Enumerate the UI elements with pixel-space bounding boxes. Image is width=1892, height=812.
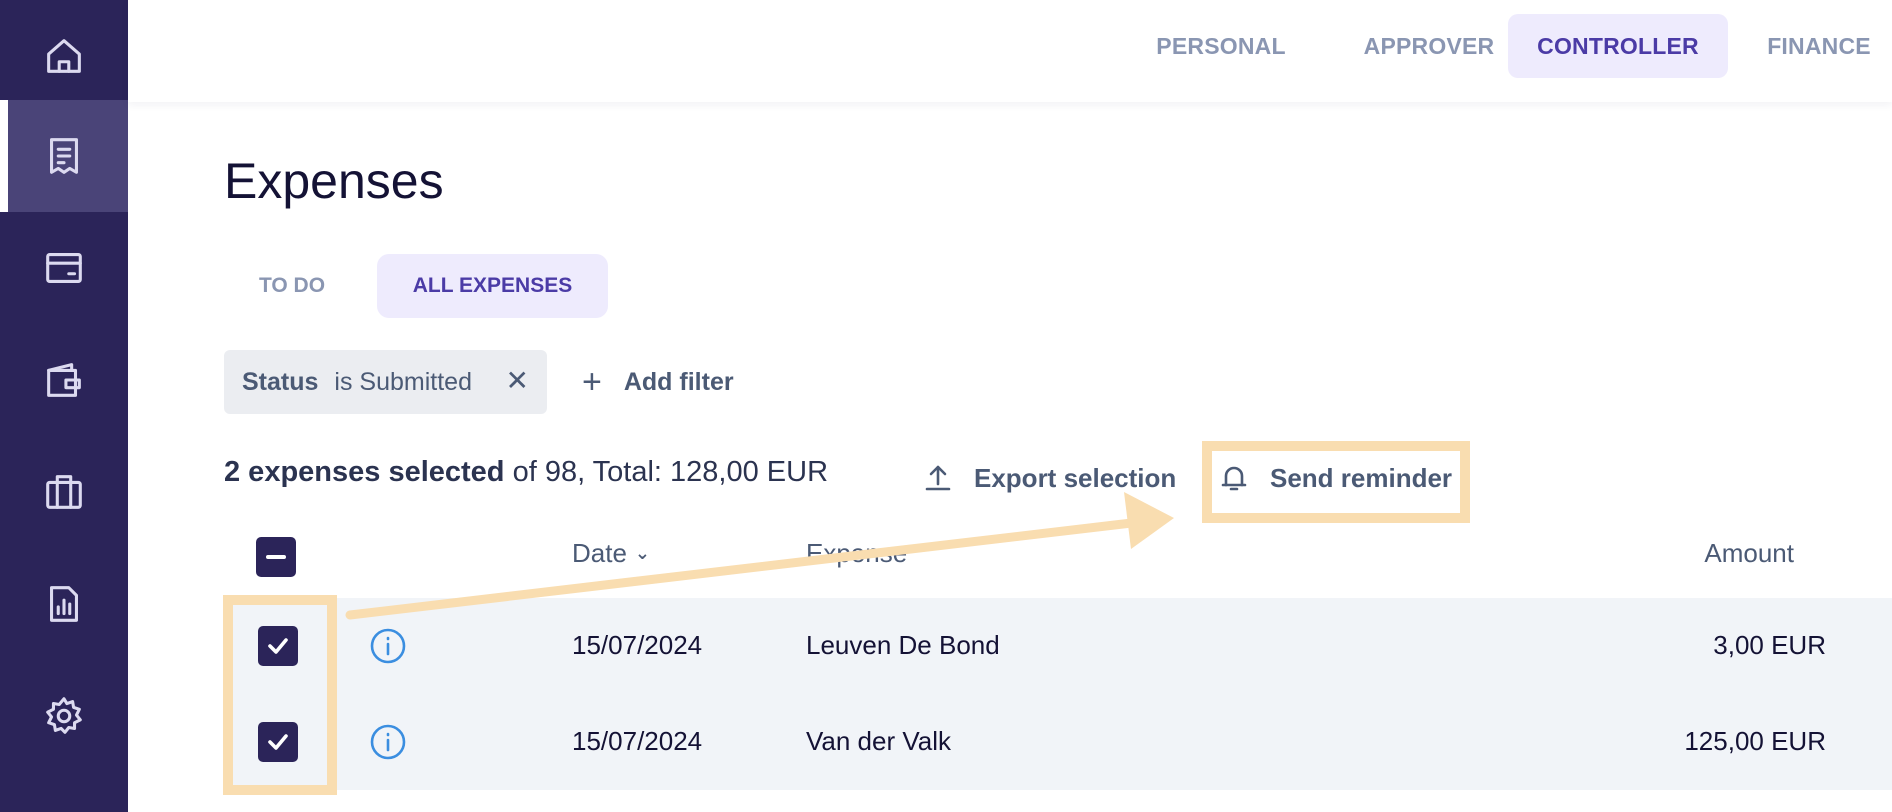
sidebar-item-cards[interactable] [0,212,128,324]
select-all-checkbox[interactable] [256,537,296,577]
add-filter-button[interactable]: + Add filter [582,360,734,404]
row-amount: 3,00 EUR [1713,630,1826,660]
row-date: 15/07/2024 [572,726,703,756]
top-bar: PERSONAL APPROVER CONTROLLER FINANCE [128,0,1892,102]
row-amount: 125,00 EUR [1684,726,1826,756]
table-row[interactable]: 15/07/2024 Leuven De Bond 3,00 EUR [224,598,1892,694]
tab-all-expenses[interactable]: ALL EXPENSES [377,254,608,318]
selection-count: 2 expenses selected [224,456,505,488]
send-reminder-highlight-box [1202,441,1470,523]
tab-to-do[interactable]: TO DO [224,254,360,318]
column-header-amount[interactable]: Amount [1704,538,1794,569]
upload-icon [925,465,951,491]
column-date-label: Date [572,538,627,568]
column-header-expense[interactable]: Expense [806,538,907,569]
export-selection-label: Export selection [974,462,1177,493]
table-row[interactable]: 15/07/2024 Van der Valk 125,00 EUR [224,694,1892,790]
receipt-icon [50,138,78,174]
info-icon[interactable] [369,627,407,665]
row-expense: Leuven De Bond [806,630,1000,660]
sidebar-item-home[interactable] [0,0,128,112]
sidebar-item-wallet[interactable] [0,324,128,436]
selection-total: of 98, Total: 128,00 EUR [504,456,829,488]
close-icon[interactable]: ✕ [506,364,529,397]
tab-personal[interactable]: PERSONAL [1116,14,1326,78]
tab-finance[interactable]: FINANCE [1746,14,1892,78]
wallet-icon [47,363,81,397]
chevron-down-icon: ⌄ [634,543,651,563]
sidebar [0,0,128,812]
card-icon [46,253,82,283]
plus-icon: + [582,363,602,401]
filter-chip-status[interactable]: Status is Submitted ✕ [224,350,547,414]
column-header-date[interactable]: Date ⌄ [572,538,650,569]
add-filter-label: Add filter [623,367,734,396]
tab-approver[interactable]: APPROVER [1324,14,1534,78]
filter-condition: is Submitted [334,367,472,396]
row-date: 15/07/2024 [572,630,703,660]
filter-field: Status [242,367,319,396]
briefcase-icon [46,475,82,509]
checkbox-highlight-box [223,595,337,795]
tab-controller[interactable]: CONTROLLER [1508,14,1728,78]
sidebar-item-reports[interactable] [0,548,128,660]
page-title: Expenses [224,153,444,209]
report-icon [50,586,78,622]
export-selection-button[interactable]: Export selection [922,456,1176,500]
sidebar-item-trips[interactable] [0,436,128,548]
selection-summary: 2 expenses selected of 98, Total: 128,00… [224,456,828,489]
home-icon [47,39,81,73]
info-icon[interactable] [369,723,407,761]
sidebar-item-expenses[interactable] [0,100,128,212]
row-expense: Van der Valk [806,726,952,756]
gear-icon [46,697,82,734]
sidebar-item-settings[interactable] [0,660,128,772]
